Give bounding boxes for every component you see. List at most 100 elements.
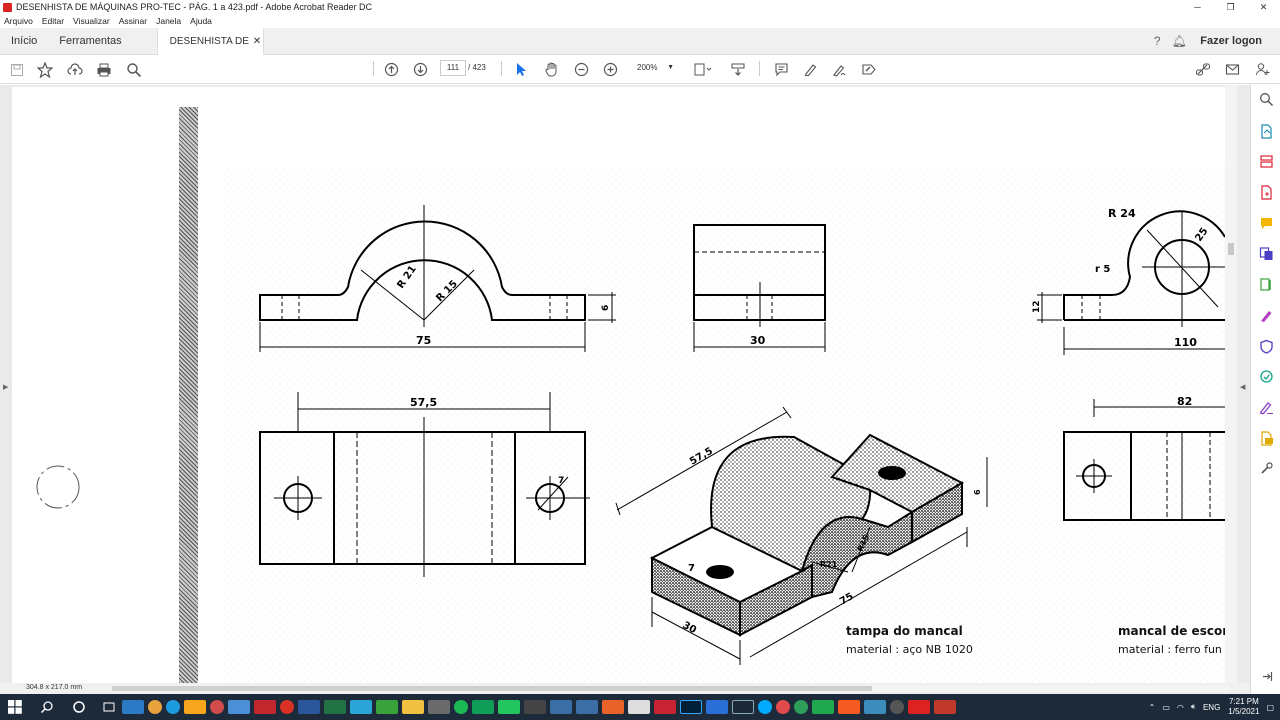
search-icon[interactable]	[125, 60, 143, 79]
app-icon-whatsapp[interactable]	[498, 700, 520, 714]
comment-panel-icon[interactable]	[1259, 216, 1274, 231]
sign-pen-icon[interactable]	[830, 60, 848, 79]
tab-home[interactable]: Início	[0, 28, 48, 55]
horizontal-scrollbar[interactable]	[112, 685, 1230, 692]
app-icon-blue-2[interactable]	[706, 700, 728, 714]
organize-pages-icon[interactable]	[1259, 154, 1274, 169]
login-button[interactable]: Fazer logon	[1190, 35, 1280, 47]
protect-shield-icon[interactable]	[1259, 339, 1274, 354]
app-icon-gear[interactable]	[254, 700, 276, 714]
maximize-button[interactable]: ❐	[1214, 0, 1247, 14]
document-viewport[interactable]: R 21 R 15 75 6 30 R 24 r 5 25 12 110 82 …	[0, 85, 1250, 685]
app-icon-red[interactable]	[210, 700, 224, 714]
previous-page-icon[interactable]	[382, 60, 400, 79]
app-icon-loop[interactable]	[758, 700, 772, 714]
app-icon-logo[interactable]	[524, 700, 546, 714]
comment-icon[interactable]	[772, 60, 790, 79]
optimize-pdf-icon[interactable]	[1259, 369, 1274, 384]
chrome-icon[interactable]	[148, 700, 162, 714]
select-cursor-icon[interactable]	[512, 60, 530, 79]
wifi-icon[interactable]: ◠	[1177, 703, 1184, 712]
zoom-select[interactable]: 200% ▼	[630, 60, 678, 76]
cortana-icon[interactable]	[72, 700, 88, 714]
file-explorer-icon[interactable]	[402, 700, 424, 714]
app-icon-opera[interactable]	[280, 700, 294, 714]
steam-icon[interactable]	[732, 700, 754, 714]
spotify-icon[interactable]	[454, 700, 468, 714]
sign-panel-icon[interactable]	[1259, 400, 1274, 415]
app-icon-red-2[interactable]	[776, 700, 790, 714]
add-user-icon[interactable]	[1253, 60, 1271, 79]
word-icon[interactable]	[298, 700, 320, 714]
autocad-icon[interactable]	[654, 700, 676, 714]
excel-icon[interactable]	[324, 700, 346, 714]
windows-start-icon[interactable]	[8, 700, 24, 714]
taskbar-search-icon[interactable]	[40, 700, 56, 714]
expand-right-panel-icon[interactable]: ◀	[1240, 383, 1245, 391]
app-icon-teal[interactable]	[350, 700, 372, 714]
files-app-icon[interactable]	[184, 700, 206, 714]
menu-arquivo[interactable]: Arquivo	[4, 16, 33, 26]
collapse-left-panel-icon[interactable]: ▶	[3, 383, 8, 391]
combine-files-icon[interactable]	[1259, 246, 1274, 261]
app-icon-bar[interactable]	[812, 700, 834, 714]
share-link-icon[interactable]	[1194, 60, 1212, 79]
menu-visualizar[interactable]: Visualizar	[73, 16, 110, 26]
upload-cloud-icon[interactable]	[66, 60, 84, 79]
menu-ajuda[interactable]: Ajuda	[190, 16, 212, 26]
create-pdf-icon[interactable]	[1259, 185, 1274, 200]
export-pdf-icon[interactable]	[1259, 124, 1274, 139]
email-icon[interactable]	[1223, 60, 1241, 79]
menu-janela[interactable]: Janela	[156, 16, 181, 26]
language-indicator[interactable]: ENG	[1203, 703, 1220, 712]
vertical-scrollbar[interactable]	[1225, 85, 1237, 685]
tab-document[interactable]: DESENHISTA DE M... ✕	[156, 27, 264, 55]
close-tab-icon[interactable]: ✕	[251, 28, 263, 55]
task-view-icon[interactable]	[102, 700, 118, 714]
fit-page-icon[interactable]	[692, 60, 714, 79]
minimize-button[interactable]: ─	[1181, 0, 1214, 14]
fill-sign-panel-icon[interactable]	[1259, 308, 1274, 323]
menu-assinar[interactable]: Assinar	[119, 16, 147, 26]
mail-app-icon[interactable]	[122, 700, 144, 714]
menu-editar[interactable]: Editar	[42, 16, 64, 26]
notification-bell-icon[interactable]: 🔔︎	[1168, 34, 1190, 48]
zoom-search-icon[interactable]	[1259, 92, 1274, 107]
brave-icon[interactable]	[838, 700, 860, 714]
print-icon[interactable]	[95, 60, 113, 79]
app-icon-pesto-2[interactable]	[576, 700, 598, 714]
edge-icon[interactable]	[166, 700, 180, 714]
app-icon-blue-3[interactable]	[864, 700, 886, 714]
help-icon[interactable]: ?	[1146, 34, 1168, 48]
app-icon-compass[interactable]	[628, 700, 650, 714]
zoom-out-icon[interactable]	[572, 60, 590, 79]
network-icon[interactable]: ▭	[1162, 703, 1170, 712]
zoom-in-icon[interactable]	[601, 60, 619, 79]
app-icon-green-2[interactable]	[794, 700, 808, 714]
hand-tool-icon[interactable]	[542, 60, 560, 79]
edit-pdf-icon[interactable]	[1259, 277, 1274, 292]
vertical-scroll-thumb[interactable]	[1228, 243, 1234, 255]
more-tools-icon[interactable]	[1259, 461, 1274, 476]
volume-icon[interactable]: 🔉︎	[1191, 702, 1196, 712]
app-icon-circle[interactable]	[890, 700, 904, 714]
save-icon[interactable]	[8, 60, 26, 79]
app-icon-green[interactable]	[376, 700, 398, 714]
notifications-icon[interactable]: ▢	[1266, 703, 1274, 712]
next-page-icon[interactable]	[411, 60, 429, 79]
photoshop-icon[interactable]	[680, 700, 702, 714]
page-number-input[interactable]: 111	[440, 60, 466, 76]
blender-icon[interactable]	[602, 700, 624, 714]
acrobat-taskbar-icon[interactable]	[908, 700, 930, 714]
app-icon-tablet[interactable]	[472, 700, 494, 714]
star-icon[interactable]	[36, 60, 54, 79]
tab-tools[interactable]: Ferramentas	[48, 28, 132, 55]
app-icon-winrar[interactable]	[934, 700, 956, 714]
close-window-button[interactable]: ✕	[1247, 0, 1280, 14]
collapse-right-panel-icon[interactable]	[1259, 669, 1274, 684]
fill-sign-icon[interactable]	[860, 60, 878, 79]
app-icon-grey[interactable]	[428, 700, 450, 714]
tray-chevron-icon[interactable]: ⌃	[1149, 703, 1156, 712]
scroll-mode-icon[interactable]	[729, 60, 747, 79]
send-review-icon[interactable]	[1259, 431, 1274, 446]
